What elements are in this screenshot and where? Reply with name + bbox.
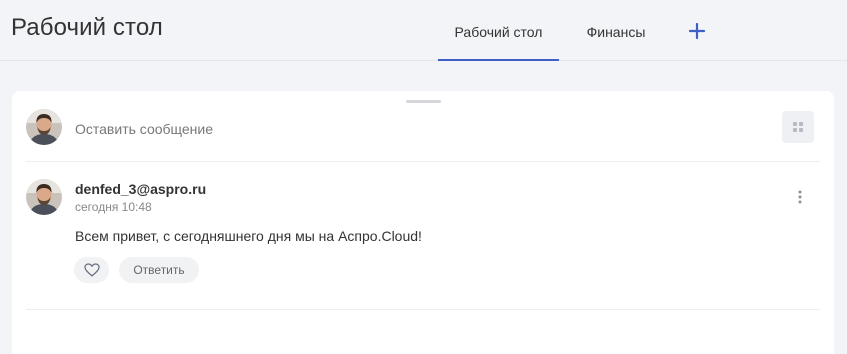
- post-menu-button[interactable]: [790, 187, 810, 207]
- post-avatar[interactable]: [26, 179, 62, 215]
- post-author[interactable]: denfed_3@aspro.ru: [75, 181, 206, 197]
- grid-icon: [793, 122, 803, 132]
- divider: [26, 309, 820, 310]
- post-timestamp: сегодня 10:48: [75, 200, 152, 214]
- post-text: Всем привет, с сегодняшнего дня мы на Ас…: [75, 228, 422, 244]
- reply-button[interactable]: Ответить: [119, 257, 199, 283]
- tab-finance[interactable]: Финансы: [574, 0, 658, 60]
- page-header: Рабочий стол Рабочий стол Финансы: [0, 0, 847, 61]
- like-button[interactable]: [74, 257, 109, 283]
- feed-card: denfed_3@aspro.ru сегодня 10:48 Всем при…: [12, 91, 834, 354]
- more-vertical-icon: [798, 190, 802, 204]
- heart-icon: [83, 263, 100, 277]
- message-input[interactable]: [75, 119, 765, 139]
- plus-icon: [688, 22, 706, 40]
- divider: [26, 161, 820, 162]
- add-tab-button[interactable]: [684, 18, 710, 44]
- drag-handle[interactable]: [406, 100, 441, 103]
- tab-desktop[interactable]: Рабочий стол: [438, 0, 559, 61]
- page-title: Рабочий стол: [11, 14, 163, 41]
- widgets-button[interactable]: [782, 111, 814, 143]
- avatar: [26, 109, 62, 145]
